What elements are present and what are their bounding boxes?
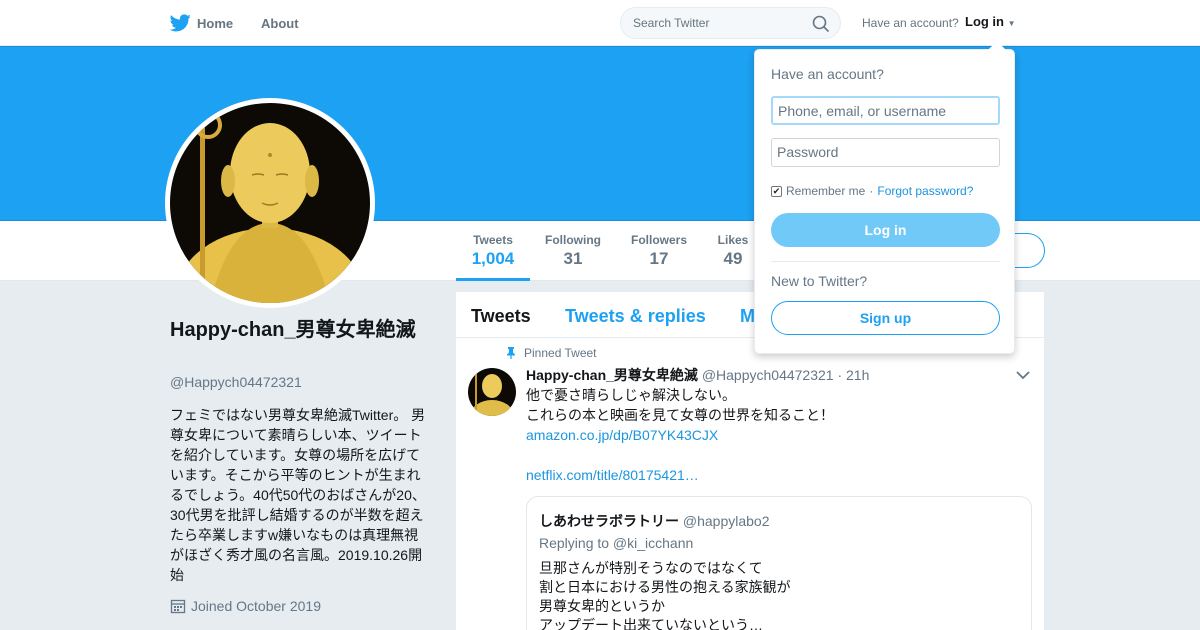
pinned-label: Pinned Tweet: [506, 346, 597, 360]
top-bar: Home About Search Twitter Have an accoun…: [0, 0, 1200, 46]
nav-about[interactable]: About: [261, 0, 299, 46]
profile-joined: Joined October 2019: [170, 598, 321, 614]
quoted-tweet[interactable]: しあわせラボラトリー @happylabo2 Replying to @ki_i…: [526, 496, 1032, 630]
quote-line: アップデート出来ていないという…: [539, 617, 763, 630]
stat-value: 1,004: [471, 249, 515, 268]
tweet-author-name[interactable]: Happy-chan_男尊女卑絶滅: [526, 367, 698, 383]
tab-tweets[interactable]: Tweets: [471, 306, 531, 327]
nav-about-label[interactable]: About: [261, 16, 299, 31]
calendar-icon: [170, 599, 186, 614]
tweet-link-amazon[interactable]: amazon.co.jp/dp/B07YK43CJX: [526, 425, 1026, 445]
have-account-text: Have an account?: [862, 16, 959, 30]
tweet-line: 他で憂さ晴らしじゃ解決しない。: [526, 387, 736, 403]
new-to-twitter-text: New to Twitter?: [771, 273, 868, 289]
tab-media[interactable]: M: [740, 306, 755, 327]
joined-text: Joined October 2019: [191, 598, 321, 614]
quote-author-name: しあわせラボラトリー: [539, 513, 679, 529]
search-input[interactable]: Search Twitter: [620, 7, 841, 39]
pinned-tweet[interactable]: Pinned Tweet Happy-chan_男尊女卑絶滅 @Happych0…: [456, 338, 1044, 630]
tweet-line: これらの本と映画を見て女尊の世界を知ること！: [526, 407, 834, 423]
tweet-text: 他で憂さ晴らしじゃ解決しない。 これらの本と映画を見て女尊の世界を知ること！ a…: [526, 385, 1026, 485]
password-field[interactable]: Password: [771, 138, 1000, 167]
divider: [771, 261, 1000, 262]
profile-avatar[interactable]: [165, 98, 375, 308]
forgot-password-link[interactable]: Forgot password?: [877, 184, 973, 198]
login-toggle-label[interactable]: Log in: [965, 14, 1004, 29]
quote-line: 男尊女卑的というか: [539, 598, 665, 614]
quote-handle: @happylabo2: [682, 513, 770, 529]
stat-label: Followers: [630, 233, 687, 247]
remember-label[interactable]: Remember me: [786, 184, 865, 198]
pin-icon: [507, 347, 515, 359]
twitter-bird-icon[interactable]: [170, 14, 191, 32]
profile-name: Happy-chan_男尊女卑絶滅: [170, 319, 416, 341]
avatar-image: [170, 103, 370, 303]
chevron-down-icon[interactable]: [1016, 370, 1030, 380]
dropdown-arrow: [988, 41, 1006, 50]
profile-handle[interactable]: @Happych04472321: [170, 374, 302, 390]
login-toggle[interactable]: Log in ▼: [965, 14, 1016, 29]
stat-label: Likes: [717, 233, 749, 247]
quote-text: 旦那さんが特別そうなのではなくて 割と日本における男性の抱える家族観が 男尊女卑…: [539, 559, 791, 630]
nav-home[interactable]: Home: [197, 0, 233, 46]
username-field[interactable]: Phone, email, or username: [771, 96, 1000, 125]
signup-button[interactable]: Sign up: [771, 301, 1000, 335]
tweet-header: Happy-chan_男尊女卑絶滅 @Happych04472321 · 21h: [526, 365, 869, 385]
stat-likes[interactable]: Likes 49: [710, 221, 756, 281]
stat-value: 17: [649, 249, 669, 268]
stat-label: Tweets: [473, 233, 513, 247]
nav-home-label[interactable]: Home: [197, 16, 233, 31]
remember-separator: ·: [869, 184, 874, 198]
profile-bio: フェミではない男尊女卑絶滅Twitter。 男尊女卑について素晴らしい本、ツイー…: [170, 407, 426, 583]
login-button[interactable]: Log in: [771, 213, 1000, 247]
username-placeholder: Phone, email, or username: [778, 103, 947, 119]
stat-tweets[interactable]: Tweets 1,004: [456, 221, 530, 281]
remember-checkbox[interactable]: ✔: [771, 185, 782, 197]
stat-value: 49: [723, 249, 743, 268]
dropdown-title: Have an account?: [771, 66, 884, 82]
stat-value: 31: [563, 249, 583, 268]
stat-following[interactable]: Following 31: [538, 221, 608, 281]
quote-header: しあわせラボラトリー @happylabo2: [539, 511, 770, 531]
tweet-link-netflix[interactable]: netflix.com/title/80175421…: [526, 465, 1026, 485]
tab-tweets-replies[interactable]: Tweets & replies: [565, 306, 706, 327]
stat-followers[interactable]: Followers 17: [624, 221, 694, 281]
search-placeholder: Search Twitter: [633, 16, 710, 30]
quote-replying: Replying to @ki_icchann: [539, 535, 694, 551]
remember-row: ✔ Remember me · Forgot password?: [771, 184, 973, 198]
login-dropdown: Have an account? Phone, email, or userna…: [754, 41, 1015, 354]
search-icon[interactable]: [812, 15, 830, 33]
password-placeholder: Password: [777, 144, 839, 160]
quote-line: 割と日本における男性の抱える家族観が: [539, 579, 791, 595]
stat-label: Following: [545, 233, 601, 247]
caret-down-icon: ▼: [1007, 19, 1016, 28]
tweet-avatar[interactable]: [468, 368, 516, 416]
pinned-text: Pinned Tweet: [524, 346, 597, 360]
tweet-handle-time[interactable]: @Happych04472321 · 21h: [702, 367, 870, 383]
quote-line: 旦那さんが特別そうなのではなくて: [539, 560, 763, 576]
